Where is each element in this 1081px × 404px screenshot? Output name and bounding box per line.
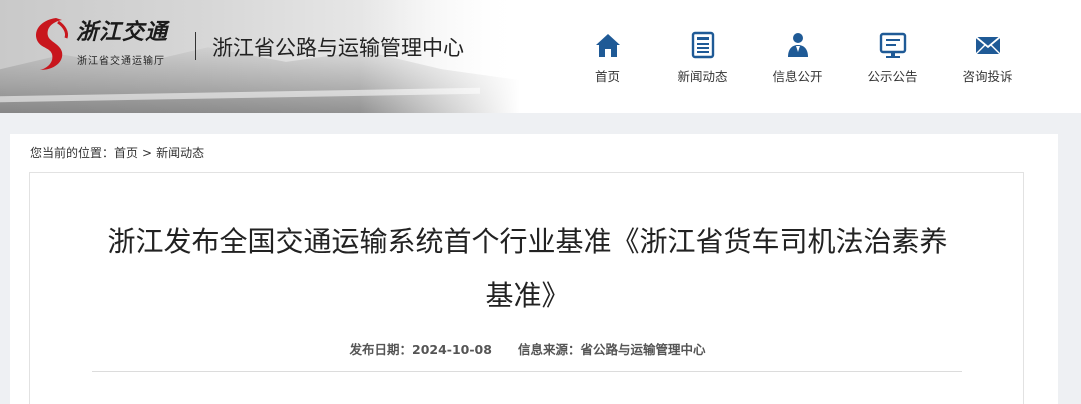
breadcrumb-separator: > — [142, 146, 153, 160]
home-icon — [595, 34, 620, 57]
source-value: 省公路与运输管理中心 — [580, 342, 706, 357]
breadcrumb-home-link[interactable]: 首页 — [114, 146, 138, 160]
mail-icon — [974, 36, 1001, 55]
nav-item-announcements[interactable]: 公示公告 — [845, 30, 940, 85]
nav-item-home[interactable]: 首页 — [560, 30, 655, 85]
zhejiang-transport-logo-icon[interactable] — [28, 14, 76, 72]
site-name[interactable]: 浙江省公路与运输管理中心 — [212, 32, 464, 62]
title-divider — [92, 371, 962, 372]
logo-subtitle: 浙江省交通运输厅 — [77, 56, 165, 67]
source-label: 信息来源： — [517, 342, 581, 357]
article-title: 浙江发布全国交通运输系统首个行业基准《浙江省货车司机法治素养基准》 — [107, 225, 948, 312]
logo-divider — [195, 32, 196, 60]
nav-item-consult-complaint[interactable]: 咨询投诉 — [940, 30, 1035, 85]
nav-item-label: 咨询投诉 — [962, 69, 1013, 84]
breadcrumb: 您当前的位置：首页 > 新闻动态 — [30, 144, 204, 161]
nav-item-label: 首页 — [594, 69, 620, 84]
nav-item-label: 新闻动态 — [677, 69, 728, 84]
breadcrumb-prefix: 您当前的位置： — [30, 146, 115, 160]
article-meta: 发布日期：2024-10-08 信息来源：省公路与运输管理中心 — [30, 339, 1025, 358]
publish-date-label: 发布日期： — [349, 342, 412, 357]
site-header: 浙江交通 浙江省交通运输厅 浙江省公路与运输管理中心 首页 新闻动态 信息公开 … — [0, 0, 1081, 113]
nav-item-label: 信息公开 — [772, 69, 823, 84]
person-icon — [787, 33, 808, 57]
news-icon — [691, 31, 714, 59]
nav-item-info-disclosure[interactable]: 信息公开 — [750, 30, 845, 85]
nav-item-label: 公示公告 — [867, 69, 918, 84]
article-container: 浙江发布全国交通运输系统首个行业基准《浙江省货车司机法治素养基准》 发布日期：2… — [29, 172, 1024, 404]
breadcrumb-news-link[interactable]: 新闻动态 — [156, 146, 204, 160]
notice-board-icon — [879, 32, 906, 58]
logo-calligraphy: 浙江交通 — [76, 19, 169, 45]
nav-item-news[interactable]: 新闻动态 — [655, 30, 750, 85]
main-nav: 首页 新闻动态 信息公开 公示公告 咨询投诉 — [560, 30, 1035, 85]
publish-date: 2024-10-08 — [412, 342, 492, 357]
